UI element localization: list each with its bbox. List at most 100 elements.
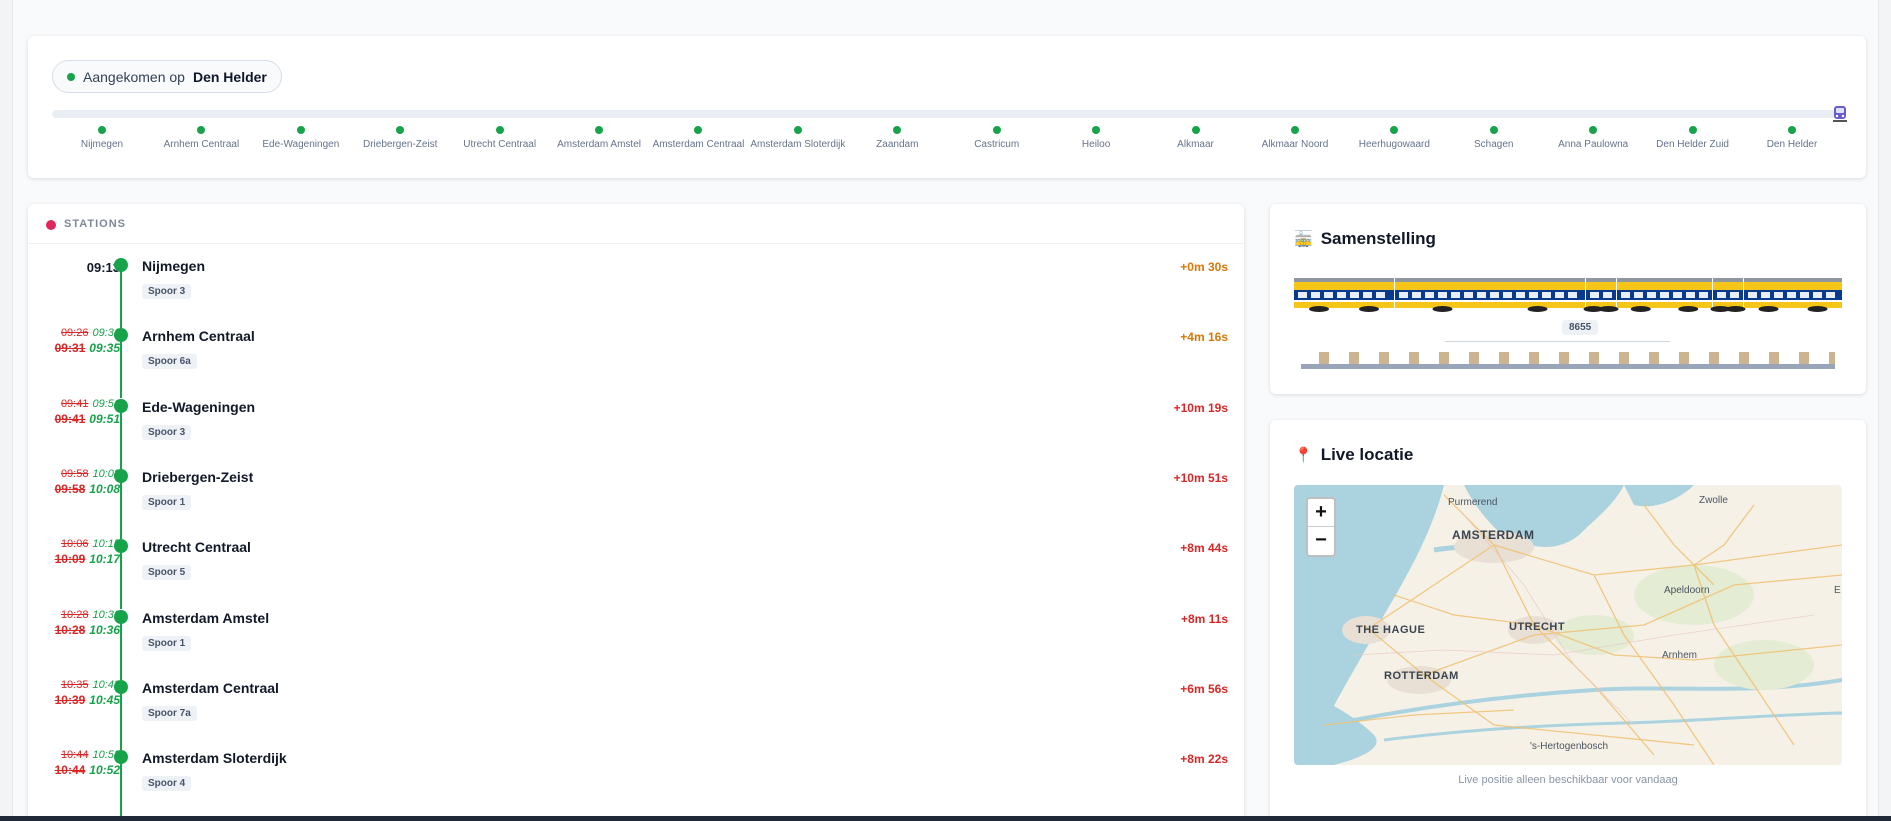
live-location-note: Live positie alleen beschikbaar voor van…	[1458, 774, 1678, 786]
timeline-connector	[120, 763, 122, 821]
arrival-scheduled-time: 10:06	[60, 538, 89, 551]
departure-scheduled-time: 09:31	[54, 341, 86, 356]
progress-stop[interactable]: Zaandam	[842, 126, 952, 150]
progress-stop-label: Arnhem Centraal	[163, 139, 240, 150]
arrival-station-name: Den Helder	[192, 68, 267, 85]
station-row[interactable]: 10:28 10:36 10:28 10:36 Amsterdam Amstel Spoo…	[28, 609, 1244, 680]
station-name[interactable]: Amsterdam Amstel	[142, 610, 269, 626]
progress-stop-label: Nijmegen	[80, 139, 124, 150]
progress-stop[interactable]: Amsterdam Centraal	[643, 126, 753, 150]
progress-stop[interactable]: Heerhugowaard	[1339, 126, 1449, 150]
progress-stops: Nijmegen Arnhem Centraal Ede-Wageningen Dri…	[52, 126, 1842, 156]
station-row[interactable]: 09:13 Nijmegen Spoor 3 +0m 30s	[28, 257, 1244, 328]
arrival-status-label: Aangekomen op	[83, 68, 185, 85]
progress-stop-label: Castricum	[974, 139, 1020, 150]
arrival-scheduled-time: 10:35	[60, 678, 89, 691]
composition-card: 🚋 Samenstelling 8655	[1270, 204, 1866, 394]
station-name[interactable]: Driebergen-Zeist	[142, 469, 253, 485]
departure-actual-time: 10:08	[89, 481, 120, 496]
arrival-scheduled-time: 10:44	[60, 749, 89, 762]
map-label-e: E	[1834, 585, 1841, 596]
delay-indicator: +4m 16s	[1180, 330, 1228, 345]
live-location-card: 📍 Live locatie + − Purmerend Zwolle AMST…	[1270, 420, 1866, 821]
progress-stop[interactable]: Utrecht Centraal	[445, 126, 555, 150]
delay-indicator: +8m 22s	[1180, 752, 1228, 767]
progress-stop[interactable]: Castricum	[942, 126, 1052, 150]
progress-stop-dot-icon	[893, 126, 902, 134]
progress-stop[interactable]: Nijmegen	[47, 126, 157, 150]
station-name[interactable]: Amsterdam Sloterdijk	[142, 750, 287, 766]
station-name[interactable]: Amsterdam Centraal	[142, 680, 279, 696]
progress-stop[interactable]: Alkmaar Noord	[1240, 126, 1350, 150]
rolling-stock-number[interactable]: 8655	[1562, 320, 1599, 335]
progress-stop[interactable]: Arnhem Centraal	[146, 126, 256, 150]
timeline-connector	[120, 341, 122, 399]
delay-indicator: +0m 30s	[1180, 260, 1228, 274]
zoom-out-button[interactable]: −	[1308, 527, 1334, 555]
station-times: 10:06 10:15 10:09 10:17	[55, 536, 120, 567]
progress-stop-label: Ede-Wageningen	[262, 139, 340, 150]
progress-stop-label: Anna Paulowna	[1558, 139, 1629, 150]
platform-badge: Spoor 3	[142, 284, 192, 299]
progress-stop-dot-icon	[197, 126, 206, 134]
progress-stop-dot-icon	[1489, 126, 1498, 134]
map-label-zwolle: Zwolle	[1699, 495, 1728, 506]
arrival-scheduled-time: 09:58	[60, 467, 89, 480]
station-row[interactable]: 09:58 10:08 09:58 10:08 Driebergen-Zeist Spoo…	[28, 466, 1244, 539]
progress-stop-label: Alkmaar Noord	[1261, 139, 1329, 150]
progress-stop-dot-icon	[98, 126, 106, 134]
progress-stop-label: Heiloo	[1081, 139, 1111, 150]
progress-stop-dot-icon	[1688, 126, 1697, 134]
station-row[interactable]: 09:41 09:51 09:41 09:51 Ede-Wageningen Spoor …	[28, 398, 1244, 469]
progress-stop-dot-icon	[396, 126, 405, 134]
timeline-connector	[120, 271, 122, 328]
progress-stop[interactable]: Den Helder	[1737, 126, 1847, 150]
progress-track	[52, 110, 1842, 118]
progress-stop-label: Utrecht Centraal	[463, 139, 537, 150]
progress-stop[interactable]: Schagen	[1439, 126, 1549, 150]
progress-stop-dot-icon	[992, 126, 1001, 134]
pin-icon: 📍	[1294, 447, 1313, 464]
station-name[interactable]: Arnhem Centraal	[142, 328, 255, 344]
station-row[interactable]: 10:35 10:43 10:39 10:45 Amsterdam Centraal Sp…	[28, 677, 1244, 750]
train-composition-image[interactable]	[1294, 276, 1842, 312]
progress-stop[interactable]: Den Helder Zuid	[1638, 126, 1748, 150]
station-row[interactable]: 09:26 09:31 09:31 09:35 Arnhem Centraal Spoor…	[28, 327, 1244, 399]
station-times: 10:35 10:43 10:39 10:45	[55, 677, 120, 708]
station-name[interactable]: Nijmegen	[142, 258, 205, 274]
station-name[interactable]: Ede-Wageningen	[142, 399, 255, 415]
departure-actual-time: 10:36	[89, 622, 120, 637]
station-row[interactable]: 10:44 10:52 10:44 10:52 Amsterdam Sloterdijk…	[28, 747, 1244, 821]
progress-stop-label: Heerhugowaard	[1358, 139, 1430, 150]
arrival-scheduled-time: 09:26	[60, 327, 89, 340]
progress-stop[interactable]: Alkmaar	[1141, 126, 1251, 150]
stations-header: STATIONS	[28, 204, 1244, 244]
station-name[interactable]: Utrecht Centraal	[142, 539, 251, 555]
platform-badge: Spoor 3	[142, 424, 192, 440]
map-label-amsterdam: AMSTERDAM	[1452, 528, 1535, 542]
station-times: 10:44 10:52 10:44 10:52	[55, 747, 120, 778]
progress-stop[interactable]: Amsterdam Sloterdijk	[743, 126, 853, 150]
platform-badge: Spoor 6a	[142, 354, 197, 370]
timeline-node-icon	[114, 468, 128, 483]
progress-stop-dot-icon	[296, 126, 305, 134]
train-icon: 🚋	[1294, 231, 1313, 248]
progress-stop[interactable]: Driebergen-Zeist	[345, 126, 455, 150]
progress-stop-dot-icon	[1390, 126, 1399, 134]
progress-stop[interactable]: Heiloo	[1041, 126, 1151, 150]
station-row[interactable]: 10:06 10:15 10:09 10:17 Utrecht Centraal Spoo…	[28, 536, 1244, 610]
zoom-in-button[interactable]: +	[1308, 499, 1334, 527]
station-times: 09:58 10:08 09:58 10:08	[55, 466, 120, 497]
departure-scheduled-time: 10:09	[54, 552, 86, 567]
progress-stop[interactable]: Anna Paulowna	[1538, 126, 1648, 150]
arrival-status-pill: Aangekomen op Den Helder	[52, 60, 282, 93]
live-map[interactable]: + − Purmerend Zwolle AMSTERDAM Apeldoorn…	[1294, 485, 1842, 765]
progress-stop[interactable]: Amsterdam Amstel	[544, 126, 654, 150]
timeline-node-icon	[114, 750, 128, 765]
timeline-connector	[120, 552, 122, 610]
progress-stop[interactable]: Ede-Wageningen	[246, 126, 356, 150]
rolling-stock-bracket	[1445, 341, 1670, 342]
departure-scheduled-time: 10:44	[54, 763, 86, 778]
timeline-node-icon	[114, 539, 128, 554]
progress-stop-dot-icon	[1290, 126, 1299, 134]
